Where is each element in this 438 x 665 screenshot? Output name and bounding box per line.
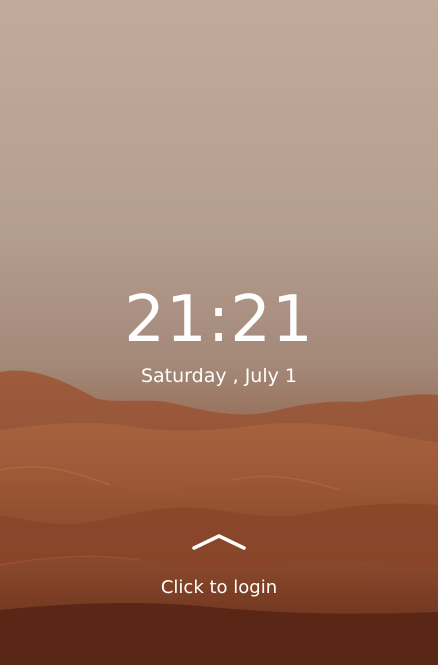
- clock-date: Saturday , July 1: [140, 365, 298, 387]
- chevron-up-icon[interactable]: [190, 530, 248, 554]
- click-to-login-button[interactable]: Click to login: [0, 575, 438, 601]
- clock-time: 21:21: [124, 283, 314, 357]
- lock-screen[interactable]: 21:21 Saturday , July 1 Click to login: [0, 0, 438, 665]
